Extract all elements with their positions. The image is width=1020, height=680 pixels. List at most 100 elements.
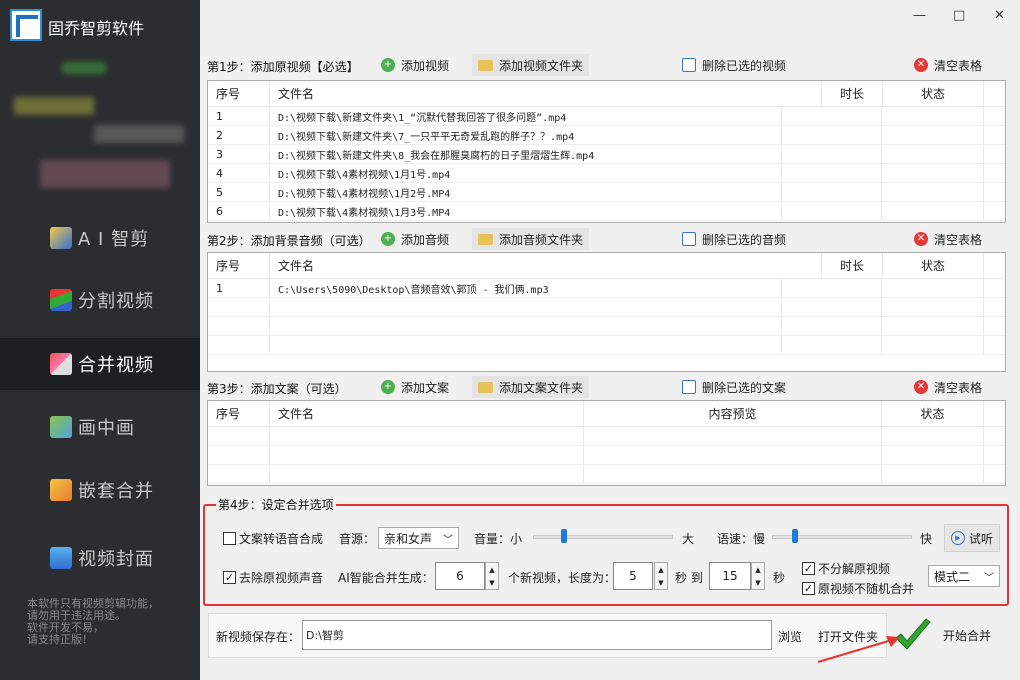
no-random-label: 原视频不随机合并: [818, 582, 915, 596]
min-length-input[interactable]: 5: [613, 562, 653, 590]
voice-select[interactable]: 亲和女声 ﹀: [378, 527, 459, 549]
browse-button[interactable]: 浏览: [778, 628, 802, 645]
remove-selected-audio-button[interactable]: 删除已选的音频: [676, 228, 792, 250]
app-logo-icon: [10, 9, 42, 41]
remove-icon: [682, 232, 696, 246]
speed-max-label: 快: [920, 532, 933, 546]
checkbox-box: ✓: [223, 571, 236, 584]
max-length-input[interactable]: 15: [709, 562, 751, 590]
up-icon: ▲: [755, 565, 761, 574]
table-row[interactable]: 2 D:\视频下载\新建文件夹\7_一只平平无奇爱乱跑的胖子？？.mp4: [208, 126, 1005, 145]
tts-checkbox[interactable]: 文案转语音合成: [223, 530, 323, 547]
table-row[interactable]: 5 D:\视频下载\4素材视频\1月2号.MP4: [208, 183, 1005, 202]
maximize-button[interactable]: □: [953, 8, 965, 23]
close-button[interactable]: ✕: [994, 8, 1005, 23]
add-audio-folder-button[interactable]: 添加音频文件夹: [472, 228, 590, 250]
add-text-label: 添加文案: [401, 380, 450, 395]
video-table[interactable]: 序号 文件名 时长 状态 1 D:\视频下载\新建文件夹\1_“沉默代替我回答了很…: [207, 80, 1006, 223]
save-path-input[interactable]: D:\智剪: [302, 620, 772, 650]
row-status: [882, 202, 984, 220]
notice-line: 请支持正版！: [27, 633, 93, 646]
to-label: 秒 到: [675, 571, 703, 585]
add-video-folder-button[interactable]: 添加视频文件夹: [472, 54, 590, 76]
tts-label: 文案转语音合成: [239, 532, 324, 546]
gen-count-stepper[interactable]: ▲ ▼: [485, 562, 499, 590]
row-filename: D:\视频下载\新建文件夹\8_我会在那腥臭腐朽的日子里熠熠生辉.mp4: [270, 145, 782, 163]
remove-audio-checkbox[interactable]: ✓ 去除原视频声音: [223, 569, 323, 586]
checkbox-box: [223, 532, 236, 545]
checkbox-box: ✓: [802, 562, 815, 575]
add-text-folder-label: 添加文案文件夹: [499, 380, 584, 395]
save-label: 新视频保存在：: [216, 630, 301, 644]
add-audio-button[interactable]: + 添加音频: [375, 228, 455, 250]
close-circle-icon: ✕: [914, 380, 928, 394]
plus-icon: +: [381, 232, 395, 246]
sidebar-item-pip[interactable]: 画中画: [0, 401, 200, 453]
sidebar-item-merge[interactable]: 合并视频: [0, 338, 200, 390]
no-random-checkbox[interactable]: ✓ 原视频不随机合并: [802, 580, 914, 597]
max-length-stepper[interactable]: ▲ ▼: [751, 562, 765, 590]
text-table[interactable]: 序号 文件名 内容预览 状态: [207, 400, 1006, 486]
remove-icon: [682, 380, 696, 394]
clear-table-button-1[interactable]: ✕ 清空表格: [908, 54, 988, 76]
row-duration: [782, 164, 882, 182]
sidebar-item-nest[interactable]: 嵌套合并: [0, 464, 200, 516]
speed-thumb[interactable]: [791, 529, 798, 543]
row-filename: D:\视频下载\4素材视频\1月3号.MP4: [270, 202, 782, 220]
red-arrow-annotation: [817, 636, 900, 663]
row-duration: [782, 279, 882, 297]
table-row-empty: [208, 465, 1005, 484]
col-status: 状态: [882, 253, 984, 278]
add-audio-folder-label: 添加音频文件夹: [499, 232, 584, 247]
remove-selected-text-button[interactable]: 删除已选的文案: [676, 376, 792, 398]
pip-icon: [50, 416, 72, 438]
audio-table[interactable]: 序号 文件名 时长 状态 1 C:\Users\5090\Desktop\音频音效…: [207, 252, 1006, 372]
mode-select[interactable]: 模式二 ﹀: [928, 565, 1000, 587]
checkbox-box: ✓: [802, 582, 815, 595]
table-row[interactable]: 3 D:\视频下载\新建文件夹\8_我会在那腥臭腐朽的日子里熠熠生辉.mp4: [208, 145, 1005, 164]
nest-icon: [50, 479, 72, 501]
split-icon: [50, 289, 72, 311]
no-split-checkbox[interactable]: ✓ 不分解原视频: [802, 560, 890, 577]
table-row[interactable]: 6 D:\视频下载\4素材视频\1月3号.MP4: [208, 202, 1005, 221]
col-filename: 文件名: [270, 401, 584, 426]
sidebar: 固乔智剪软件 A I 智剪 分割视频 合并视频 画中画 嵌套合并 视频封面 本软…: [0, 0, 200, 680]
col-index: 序号: [208, 253, 270, 278]
add-video-folder-label: 添加视频文件夹: [499, 58, 584, 73]
row-index: 1: [208, 107, 270, 125]
remove-selected-video-button[interactable]: 删除已选的视频: [676, 54, 792, 76]
add-text-button[interactable]: + 添加文案: [375, 376, 455, 398]
add-video-label: 添加视频: [401, 58, 450, 73]
row-filename: D:\视频下载\4素材视频\1月2号.MP4: [270, 183, 782, 201]
col-duration: 时长: [839, 259, 864, 273]
sidebar-item-ai[interactable]: A I 智剪: [0, 212, 200, 264]
table-row[interactable]: 4 D:\视频下载\4素材视频\1月1号.mp4: [208, 164, 1005, 183]
clear-table-button-2[interactable]: ✕ 清空表格: [908, 228, 988, 250]
merge-icon: [50, 353, 72, 375]
start-merge-button[interactable]: 开始合并: [893, 613, 1005, 658]
gen-count-input[interactable]: 6: [435, 562, 485, 590]
volume-thumb[interactable]: [560, 529, 567, 543]
clear-table-button-3[interactable]: ✕ 清空表格: [908, 376, 988, 398]
folder-icon: [478, 233, 493, 245]
speed-slider[interactable]: [772, 529, 912, 543]
audition-button[interactable]: ▶ 试听: [944, 524, 1001, 552]
step3-label: 第3步：添加文案（可选）: [207, 382, 347, 396]
table-row-empty: [208, 317, 1005, 336]
audition-label: 试听: [969, 531, 994, 546]
table-row[interactable]: 1 C:\Users\5090\Desktop\音频音效\郭顶 - 我们俩.mp3: [208, 279, 1005, 298]
remove-video-label: 删除已选的视频: [702, 58, 787, 73]
add-video-button[interactable]: + 添加视频: [375, 54, 455, 76]
table-row[interactable]: 1 D:\视频下载\新建文件夹\1_“沉默代替我回答了很多问题”.mp4: [208, 107, 1005, 126]
sidebar-item-cover[interactable]: 视频封面: [0, 532, 200, 584]
add-text-folder-button[interactable]: 添加文案文件夹: [472, 376, 590, 398]
row-filename: C:\Users\5090\Desktop\音频音效\郭顶 - 我们俩.mp3: [270, 279, 782, 297]
minimize-button[interactable]: —: [913, 8, 926, 23]
row-filename: D:\视频下载\新建文件夹\1_“沉默代替我回答了很多问题”.mp4: [270, 107, 782, 125]
volume-slider[interactable]: [533, 529, 673, 543]
sidebar-item-split[interactable]: 分割视频: [0, 274, 200, 326]
sidebar-item-label: A I 智剪: [78, 229, 150, 250]
min-length-stepper[interactable]: ▲ ▼: [654, 562, 668, 590]
notice-text: 本软件只有视频剪辑功能， 请勿用于违法用途。 软件开发不易， 请支持正版！: [27, 598, 177, 646]
remove-audio-label: 删除已选的音频: [702, 232, 787, 247]
